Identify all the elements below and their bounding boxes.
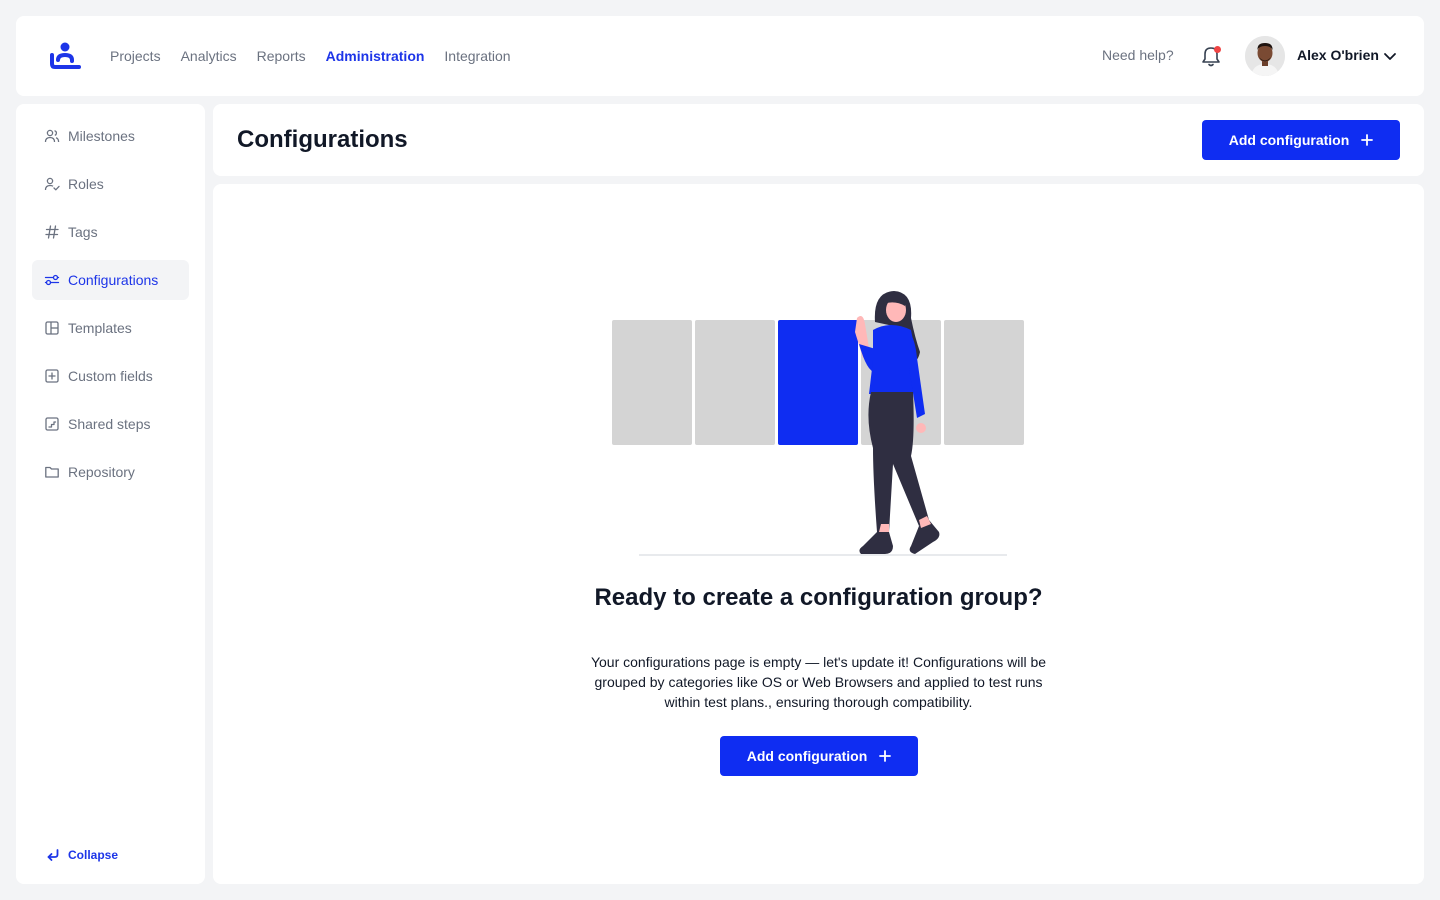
main-content: Ready to create a configuration group? Y… <box>213 184 1424 884</box>
add-configuration-cta-button[interactable]: Add configuration <box>720 736 918 776</box>
empty-state-description: Your configurations page is empty — let'… <box>590 654 1047 710</box>
sidebar-item-label: Repository <box>68 464 135 480</box>
sidebar-item-label: Shared steps <box>68 416 151 432</box>
nav-projects[interactable]: Projects <box>110 48 161 64</box>
plus-icon <box>879 750 892 762</box>
sidebar-item-custom-fields[interactable]: Custom fields <box>32 356 189 396</box>
sidebar-item-label: Custom fields <box>68 368 153 384</box>
sidebar-item-shared-steps[interactable]: Shared steps <box>32 404 189 444</box>
sliders-icon <box>44 272 60 288</box>
add-configuration-cta-label: Add configuration <box>746 748 868 764</box>
notification-dot <box>1214 46 1221 53</box>
user-name[interactable]: Alex O'brien <box>1297 47 1379 63</box>
collapse-button[interactable]: Collapse <box>46 848 118 862</box>
plus-square-icon <box>44 368 60 384</box>
help-link[interactable]: Need help? <box>1102 47 1174 63</box>
sidebar-item-label: Roles <box>68 176 104 192</box>
sidebar-item-label: Tags <box>68 224 98 240</box>
sidebar-item-configurations[interactable]: Configurations <box>32 260 189 300</box>
return-arrow-icon <box>47 849 59 861</box>
logo-icon[interactable] <box>48 42 82 70</box>
hash-icon <box>44 224 60 240</box>
steps-icon <box>44 416 60 432</box>
sidebar: Milestones Roles Tags Configurations Tem… <box>16 104 205 884</box>
layout-icon <box>44 320 60 336</box>
page-title: Configurations <box>237 126 408 153</box>
nav-integration[interactable]: Integration <box>444 48 510 64</box>
sidebar-item-repository[interactable]: Repository <box>32 452 189 492</box>
collapse-label: Collapse <box>68 848 119 862</box>
nav-analytics[interactable]: Analytics <box>181 48 237 64</box>
add-configuration-label: Add configuration <box>1228 132 1350 148</box>
users-icon <box>44 128 60 144</box>
empty-state-title: Ready to create a configuration group? <box>594 584 1043 611</box>
avatar[interactable] <box>1245 36 1285 76</box>
empty-state-illustration <box>612 291 1024 556</box>
nav-reports[interactable]: Reports <box>257 48 306 64</box>
sidebar-item-milestones[interactable]: Milestones <box>32 116 189 156</box>
sidebar-item-label: Configurations <box>68 272 159 288</box>
sidebar-nav: Milestones Roles Tags Configurations Tem… <box>32 116 189 500</box>
add-configuration-button[interactable]: Add configuration <box>1202 120 1400 160</box>
sidebar-item-roles[interactable]: Roles <box>32 164 189 204</box>
user-check-icon <box>44 176 60 192</box>
top-bar: Projects Analytics Reports Administratio… <box>16 16 1424 96</box>
sidebar-item-templates[interactable]: Templates <box>32 308 189 348</box>
main-nav: Projects Analytics Reports Administratio… <box>110 16 511 96</box>
folder-icon <box>44 464 60 480</box>
sidebar-item-label: Milestones <box>68 128 135 144</box>
plus-icon <box>1361 134 1374 146</box>
chevron-down-icon[interactable] <box>1383 49 1397 63</box>
sidebar-item-tags[interactable]: Tags <box>32 212 189 252</box>
page-header: Configurations Add configuration <box>213 104 1424 176</box>
sidebar-item-label: Templates <box>68 320 132 336</box>
nav-administration[interactable]: Administration <box>326 48 425 64</box>
avatar-image <box>1245 36 1285 76</box>
notifications-button[interactable] <box>1200 44 1222 68</box>
